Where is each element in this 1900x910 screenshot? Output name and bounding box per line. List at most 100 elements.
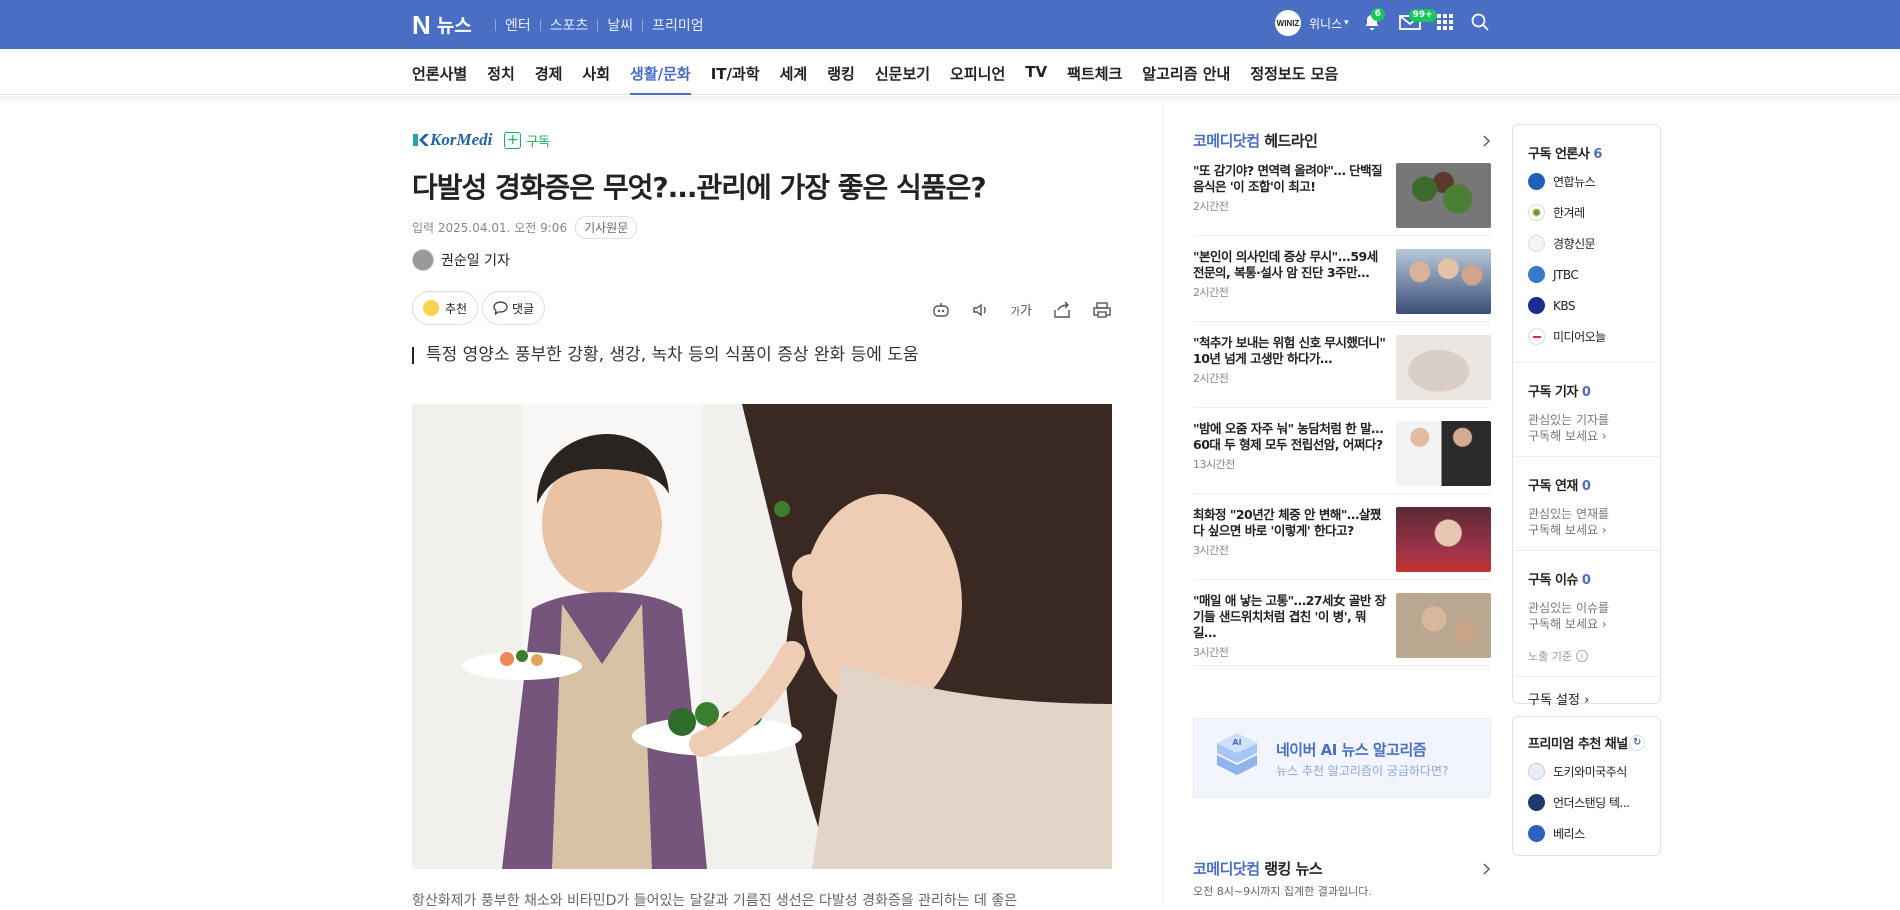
press-name: 미디어오늘 — [1553, 330, 1606, 344]
press-header: KorMedi + 구독 — [412, 130, 1112, 150]
tab-newspaper[interactable]: 신문보기 — [875, 49, 930, 95]
avatar[interactable]: WINIZ — [1275, 10, 1301, 36]
press-item[interactable]: 미디어오늘 — [1528, 321, 1645, 352]
issue-hint[interactable]: 관심있는 이슈를 구독해 보세요 › — [1528, 600, 1618, 632]
exposure-criteria[interactable]: 노출 기준 i — [1528, 648, 1645, 664]
reporter-avatar — [412, 249, 434, 271]
font-size-button[interactable]: 가가 — [1011, 300, 1032, 319]
subscribed-reporter-count: 0 — [1581, 385, 1591, 400]
print-icon[interactable] — [1092, 301, 1112, 319]
headline-title: "매일 애 낳는 고통"…27세女 골반 장기들 샌드위치처럼 겹친 '이 병'… — [1193, 593, 1386, 640]
subscribed-reporter-label: 구독 기자 — [1528, 385, 1578, 400]
press-item[interactable]: 연합뉴스 — [1528, 166, 1645, 197]
headline-time: 13시간전 — [1193, 458, 1235, 471]
tab-ranking[interactable]: 랭킹 — [827, 49, 855, 95]
reporter-name: 권순일 기자 — [441, 253, 510, 269]
headline-text: "매일 애 낳는 고통"…27세女 골반 장기들 샌드위치처럼 겹친 '이 병'… — [1193, 593, 1387, 665]
chevron-right-icon: › — [1601, 429, 1607, 443]
service-links: 엔터 스포츠 날씨 프리미엄 — [486, 15, 704, 35]
subscribe-settings-link[interactable]: 구독 설정 › — [1528, 689, 1645, 708]
tab-corrections[interactable]: 정정보도 모음 — [1250, 49, 1338, 95]
article-photo[interactable] — [412, 404, 1112, 869]
subscribed-press-header[interactable]: 구독 언론사 6 — [1528, 143, 1645, 162]
subscribe-button[interactable]: + 구독 — [504, 131, 550, 150]
channel-logo-icon — [1528, 763, 1545, 780]
service-link-entertain[interactable]: 엔터 — [505, 15, 531, 35]
reporter[interactable]: 권순일 기자 — [412, 249, 1112, 271]
headline-item[interactable]: 최화정 "20년간 체중 안 변해"…살쪘다 싶으면 바로 '이렇게' 한다고?… — [1193, 494, 1491, 580]
subscribe-settings-label: 구독 설정 — [1528, 693, 1580, 708]
kormedi-logo-icon[interactable] — [412, 131, 430, 149]
ai-cube-icon: AI — [1217, 733, 1257, 775]
tab-algorithm[interactable]: 알고리즘 안내 — [1142, 49, 1230, 95]
press-logo[interactable]: KorMedi — [430, 130, 492, 150]
subscribed-press-label: 구독 언론사 — [1528, 147, 1590, 162]
service-link-weather[interactable]: 날씨 — [607, 15, 633, 35]
press-name: KBS — [1553, 298, 1576, 313]
tab-tv[interactable]: TV — [1025, 49, 1047, 95]
app-menu-button[interactable] — [1436, 13, 1453, 33]
press-item[interactable]: 한겨레 — [1528, 197, 1645, 228]
subscribed-series-header[interactable]: 구독 연재 0 — [1528, 475, 1645, 494]
channel-name: 언더스탠딩 텍... — [1553, 796, 1630, 810]
ranking-header[interactable]: 코메디닷컴 랭킹 뉴스 — [1193, 858, 1491, 879]
premium-channel-item[interactable]: 도키와미국주식 — [1528, 756, 1645, 787]
premium-channel-item[interactable]: 언더스탠딩 텍... — [1528, 787, 1645, 818]
notification-count: 6 — [1370, 7, 1385, 21]
refresh-icon[interactable]: ↻ — [1629, 734, 1645, 751]
comment-button[interactable]: 댓글 — [482, 291, 546, 325]
original-article-link[interactable]: 기사원문 — [575, 216, 638, 239]
press-item[interactable]: 경향신문 — [1528, 228, 1645, 259]
headline-item[interactable]: "또 감기야? 면역력 올려야"… 단백질 음식은 '이 조합'이 최고! 2시간… — [1193, 163, 1491, 236]
naver-news-logo[interactable]: N 뉴스 — [412, 11, 472, 38]
service-link-premium[interactable]: 프리미엄 — [652, 15, 704, 35]
tab-press[interactable]: 언론사별 — [412, 49, 467, 95]
tab-economy[interactable]: 경제 — [535, 49, 563, 95]
kbs-logo-icon — [1528, 297, 1545, 314]
plus-icon: + — [504, 131, 522, 149]
headline-thumbnail — [1396, 335, 1491, 400]
user-menu: WINIZ 위니스 ▾ 6 99+ — [1275, 7, 1489, 36]
tab-politics[interactable]: 정치 — [487, 49, 515, 95]
tab-world[interactable]: 세계 — [780, 49, 808, 95]
subscribed-issue-header[interactable]: 구독 이슈 0 — [1528, 569, 1645, 588]
premium-channel-item[interactable]: 베리스 — [1528, 818, 1645, 849]
headline-item[interactable]: "본인이 의사인데 증상 무시"...59세 전문의, 복통·설사 암 진단 3… — [1193, 236, 1491, 322]
chevron-down-icon[interactable]: ▾ — [1344, 18, 1349, 28]
reporter-hint-text: 관심있는 기자를 구독해 보세요 — [1528, 413, 1610, 443]
section-nav: 언론사별 정치 경제 사회 생활/문화 IT/과학 세계 랭킹 신문보기 오피니… — [0, 49, 1900, 95]
press-item[interactable]: JTBC — [1528, 259, 1645, 290]
summary-bot-icon[interactable] — [931, 301, 951, 319]
notification-button[interactable]: 6 — [1363, 7, 1385, 34]
service-link-sports[interactable]: 스포츠 — [550, 15, 589, 35]
press-item[interactable]: KBS — [1528, 290, 1645, 321]
subscribed-reporter-header[interactable]: 구독 기자 0 — [1528, 381, 1645, 400]
mail-button[interactable]: 99+ — [1398, 8, 1437, 33]
tab-factcheck[interactable]: 팩트체크 — [1067, 49, 1122, 95]
speaker-icon[interactable] — [971, 301, 991, 319]
divider — [495, 19, 496, 31]
ai-algorithm-banner[interactable]: AI 네이버 AI 뉴스 알고리즘 뉴스 추천 알고리즘이 궁금하다면? — [1193, 718, 1491, 798]
headline-item[interactable]: "척추가 보내는 위험 신호 무시했더니" 10년 넘게 고생만 하다가… 2시간… — [1193, 322, 1491, 408]
headline-thumbnail — [1396, 593, 1491, 658]
tab-it-science[interactable]: IT/과학 — [711, 49, 760, 95]
user-name[interactable]: 위니스 — [1309, 15, 1342, 32]
tab-society[interactable]: 사회 — [582, 49, 610, 95]
subscribed-series-count: 0 — [1581, 479, 1591, 494]
tab-opinion[interactable]: 오피니언 — [950, 49, 1005, 95]
kyunghyang-logo-icon — [1528, 235, 1545, 252]
like-button[interactable]: 추천 — [412, 291, 479, 325]
series-hint[interactable]: 관심있는 연재를 구독해 보세요 › — [1528, 506, 1618, 538]
share-icon[interactable] — [1052, 301, 1072, 319]
premium-channel-panel: 프리미엄 추천 채널 ↻ 도키와미국주식 언더스탠딩 텍... 베리스 — [1512, 716, 1661, 856]
divider — [642, 19, 644, 31]
headline-header[interactable]: 코메디닷컴 헤드라인 — [1193, 130, 1491, 151]
svg-text:AI: AI — [1232, 738, 1241, 747]
photo-illustration — [412, 404, 1112, 869]
headline-item[interactable]: "밤에 오줌 자주 눠" 농담처럼 한 말…60대 두 형제 모두 전립선암, … — [1193, 408, 1491, 494]
search-button[interactable] — [1471, 13, 1489, 34]
tab-life-culture[interactable]: 생활/문화 — [630, 49, 691, 95]
reporter-hint[interactable]: 관심있는 기자를 구독해 보세요 › — [1528, 412, 1618, 444]
search-icon — [1471, 13, 1489, 31]
headline-item[interactable]: "매일 애 낳는 고통"…27세女 골반 장기들 샌드위치처럼 겹친 '이 병'… — [1193, 580, 1491, 666]
